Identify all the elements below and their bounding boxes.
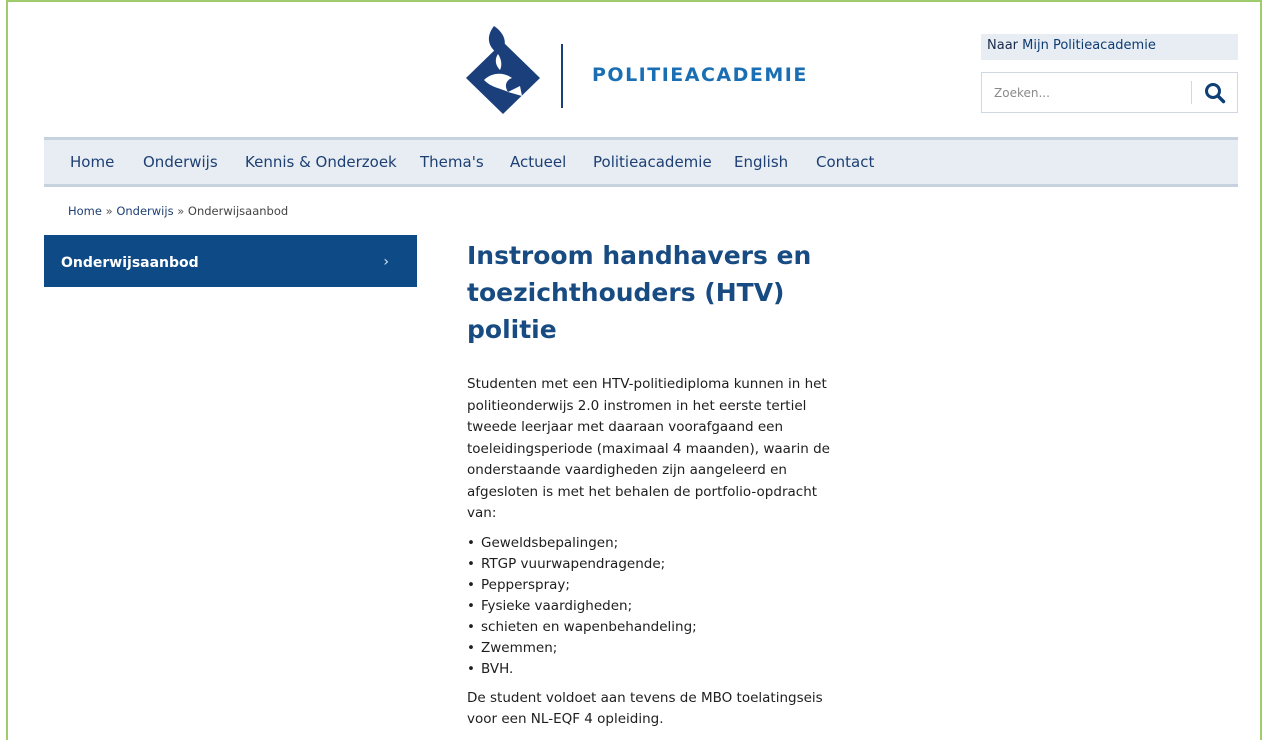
article-body: Studenten met een HTV-politiediploma kun…	[467, 374, 847, 739]
list-item: Geweldsbepalingen;	[467, 533, 847, 554]
nav-item-onderwijs[interactable]: Onderwijs	[143, 153, 218, 171]
breadcrumb-separator: »	[105, 204, 113, 218]
search-input[interactable]	[982, 73, 1182, 112]
sidebar-item-onderwijsaanbod[interactable]: Onderwijsaanbod ›	[44, 235, 417, 287]
chevron-right-icon: ›	[383, 254, 389, 270]
main-nav: Home Onderwijs Kennis & Onderzoek Thema'…	[44, 137, 1238, 187]
breadcrumb: Home » Onderwijs » Onderwijsaanbod	[68, 204, 288, 218]
mijn-prefix: Naar	[987, 38, 1023, 53]
search-button[interactable]	[1196, 75, 1234, 110]
site-logo[interactable]: POLITIEACADEMIE	[460, 22, 840, 118]
breadcrumb-onderwijs[interactable]: Onderwijs	[116, 204, 173, 218]
mijn-label: Mijn Politieacademie	[1022, 38, 1156, 53]
police-emblem-icon	[466, 26, 540, 114]
nav-item-themas[interactable]: Thema's	[420, 153, 484, 171]
search-box	[981, 72, 1238, 113]
logo-divider	[561, 44, 563, 108]
nav-item-politieacademie[interactable]: Politieacademie	[593, 153, 712, 171]
logo-text: POLITIEACADEMIE	[592, 64, 808, 86]
nav-item-actueel[interactable]: Actueel	[510, 153, 566, 171]
skills-list: Geweldsbepalingen; RTGP vuurwapendragend…	[467, 533, 847, 680]
breadcrumb-home[interactable]: Home	[68, 204, 102, 218]
intro-paragraph: Studenten met een HTV-politiediploma kun…	[467, 376, 830, 521]
list-item: Fysieke vaardigheden;	[467, 596, 847, 617]
search-icon	[1205, 82, 1226, 103]
nav-item-kennis-onderzoek[interactable]: Kennis & Onderzoek	[245, 153, 397, 171]
breadcrumb-current: Onderwijsaanbod	[187, 204, 289, 218]
list-item: Pepperspray;	[467, 575, 847, 596]
nav-item-home[interactable]: Home	[70, 153, 114, 171]
list-item: RTGP vuurwapendragende;	[467, 554, 847, 575]
breadcrumb-separator: »	[177, 204, 185, 218]
nav-item-english[interactable]: English	[734, 153, 788, 171]
list-item: BVH.	[467, 659, 847, 680]
list-item: Zwemmen;	[467, 638, 847, 659]
page-title: Instroom handhavers en toezichthouders (…	[467, 241, 812, 344]
nav-item-contact[interactable]: Contact	[816, 153, 874, 171]
outro-paragraph: De student voldoet aan tevens de MBO toe…	[467, 689, 823, 728]
mijn-politieacademie-link[interactable]: Naar Mijn Politieacademie	[981, 34, 1238, 60]
list-item: schieten en wapenbehandeling;	[467, 617, 847, 638]
sidebar-item-label: Onderwijsaanbod	[61, 255, 199, 271]
search-divider	[1191, 81, 1192, 104]
